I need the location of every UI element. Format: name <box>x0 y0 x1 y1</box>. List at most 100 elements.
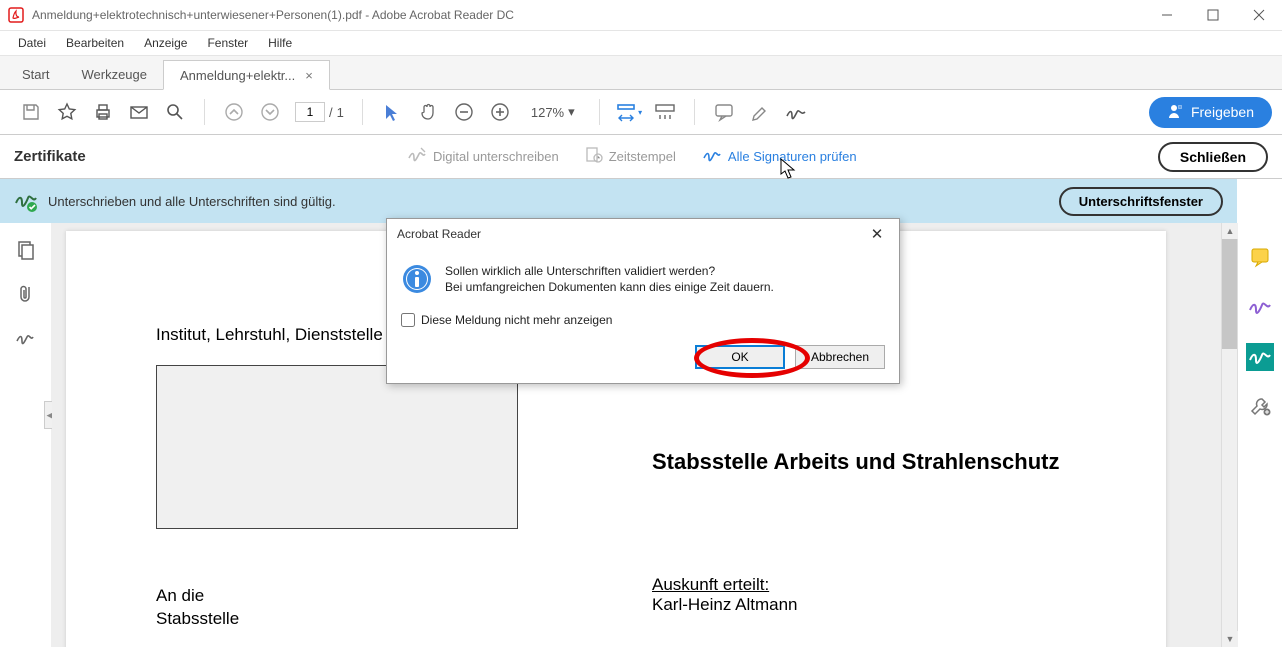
menu-edit[interactable]: Bearbeiten <box>56 31 134 55</box>
sticky-note-icon[interactable] <box>1246 243 1274 271</box>
sign-tool-icon[interactable] <box>1246 293 1274 321</box>
menu-window[interactable]: Fenster <box>197 31 258 55</box>
page-sep: / <box>329 105 333 120</box>
dont-show-again-checkbox[interactable] <box>401 313 415 327</box>
toolbar-group-comment <box>703 101 817 123</box>
signature-icon[interactable] <box>785 101 807 123</box>
certificates-title: Zertifikate <box>14 148 86 165</box>
thumbnails-icon[interactable] <box>15 239 37 261</box>
certificates-actions: Digital unterschreiben Zeitstempel Alle … <box>407 146 857 167</box>
tab-document-label: Anmeldung+elektr... <box>180 68 295 83</box>
page-number-input[interactable] <box>295 102 325 122</box>
fit-width-icon[interactable]: ▾ <box>618 101 640 123</box>
share-label: Freigeben <box>1191 104 1254 120</box>
menu-bar: Datei Bearbeiten Anzeige Fenster Hilfe <box>0 31 1282 56</box>
maximize-button[interactable] <box>1190 0 1236 30</box>
close-tab-icon[interactable]: × <box>305 68 313 83</box>
stabsstelle-title: Stabsstelle Arbeits und Strahlenschutz <box>652 449 1060 475</box>
minimize-button[interactable] <box>1144 0 1190 30</box>
share-button[interactable]: Freigeben <box>1149 97 1272 128</box>
comment-icon[interactable] <box>713 101 735 123</box>
verify-all-label: Alle Signaturen prüfen <box>728 149 857 164</box>
scroll-thumb[interactable] <box>1222 239 1237 349</box>
menu-file[interactable]: Datei <box>8 31 56 55</box>
cancel-button[interactable]: Abbrechen <box>795 345 885 369</box>
auskunft-block: Auskunft erteilt: Karl-Heinz Altmann <box>652 575 798 615</box>
pointer-icon[interactable] <box>381 101 403 123</box>
acrobat-app-icon <box>8 7 24 23</box>
tab-start[interactable]: Start <box>6 59 65 89</box>
scroll-up-icon[interactable]: ▲ <box>1222 223 1238 239</box>
dialog-close-icon[interactable]: ✕ <box>865 225 889 243</box>
tab-document[interactable]: Anmeldung+elektr... × <box>163 60 330 90</box>
scroll-down-icon[interactable]: ▼ <box>1222 631 1238 647</box>
info-icon <box>401 263 433 295</box>
timestamp-action[interactable]: Zeitstempel <box>585 146 676 167</box>
zoom-in-icon[interactable] <box>489 101 511 123</box>
signature-status-bar: Unterschrieben und alle Unterschriften s… <box>0 179 1237 223</box>
toolbar-group-nav: / 1 <box>213 101 354 123</box>
zoom-out-icon[interactable] <box>453 101 475 123</box>
dialog-title: Acrobat Reader <box>397 227 481 241</box>
more-tools-icon[interactable] <box>1246 393 1274 421</box>
read-mode-icon[interactable] <box>654 101 676 123</box>
signature-status-text: Unterschrieben und alle Unterschriften s… <box>48 194 1059 209</box>
confirm-dialog: Acrobat Reader ✕ Sollen wirklich alle Un… <box>386 218 900 384</box>
window-titlebar: Anmeldung+elektrotechnisch+unterwiesener… <box>0 0 1282 31</box>
dont-show-again-label: Diese Meldung nicht mehr anzeigen <box>421 313 612 327</box>
menu-help[interactable]: Hilfe <box>258 31 302 55</box>
menu-view[interactable]: Anzeige <box>134 31 197 55</box>
ok-button[interactable]: OK <box>695 345 785 369</box>
print-icon[interactable] <box>92 101 114 123</box>
certificates-tool-icon[interactable] <box>1246 343 1274 371</box>
vertical-scrollbar[interactable]: ▲ ▼ <box>1221 223 1237 647</box>
signature-field-box[interactable] <box>156 365 518 529</box>
page-right-column: Stabsstelle Arbeits und Strahlenschutz A… <box>652 449 1060 475</box>
close-certificates-button[interactable]: Schließen <box>1158 142 1268 172</box>
dialog-buttons: OK Abbrechen <box>401 345 885 369</box>
dialog-line1: Sollen wirklich alle Unterschriften vali… <box>445 263 774 279</box>
verify-all-action[interactable]: Alle Signaturen prüfen <box>702 146 857 167</box>
signature-valid-icon <box>14 189 38 213</box>
zoom-value: 127% <box>531 105 564 120</box>
close-window-button[interactable] <box>1236 0 1282 30</box>
chevron-down-icon: ▾ <box>568 104 575 120</box>
pen-sign-icon <box>407 146 427 167</box>
digital-sign-label: Digital unterschreiben <box>433 149 559 164</box>
main-toolbar: / 1 127% ▾ ▾ Freigeben <box>0 90 1282 135</box>
mail-icon[interactable] <box>128 101 150 123</box>
left-side-panel: ◀ <box>0 223 52 647</box>
right-tool-panel <box>1237 223 1282 647</box>
verify-sign-icon <box>702 146 722 167</box>
document-tabs: Start Werkzeuge Anmeldung+elektr... × <box>0 56 1282 90</box>
page-indicator: / 1 <box>295 102 344 122</box>
share-user-icon <box>1167 103 1183 122</box>
hand-icon[interactable] <box>417 101 439 123</box>
window-title: Anmeldung+elektrotechnisch+unterwiesener… <box>32 8 1144 22</box>
attachments-icon[interactable] <box>15 283 37 305</box>
address-block: An die Stabsstelle <box>156 585 1076 631</box>
highlight-icon[interactable] <box>749 101 771 123</box>
tab-tools[interactable]: Werkzeuge <box>65 59 163 89</box>
timestamp-label: Zeitstempel <box>609 149 676 164</box>
digital-sign-action[interactable]: Digital unterschreiben <box>407 146 559 167</box>
search-icon[interactable] <box>164 101 186 123</box>
signature-panel-button[interactable]: Unterschriftsfenster <box>1059 187 1223 216</box>
dialog-titlebar: Acrobat Reader ✕ <box>387 219 899 249</box>
page-total: 1 <box>337 105 344 120</box>
save-icon[interactable] <box>20 101 42 123</box>
addr-line2: Stabsstelle <box>156 608 1076 631</box>
page-down-icon[interactable] <box>259 101 281 123</box>
dont-show-again-check[interactable]: Diese Meldung nicht mehr anzeigen <box>401 313 885 327</box>
toolbar-group-file <box>10 101 196 123</box>
signatures-panel-icon[interactable] <box>15 327 37 349</box>
zoom-selector[interactable]: 127% ▾ <box>525 102 581 122</box>
page-up-icon[interactable] <box>223 101 245 123</box>
dialog-message: Sollen wirklich alle Unterschriften vali… <box>445 263 774 295</box>
toolbar-group-layout: ▾ <box>608 101 686 123</box>
dialog-body: Sollen wirklich alle Unterschriften vali… <box>387 249 899 383</box>
star-icon[interactable] <box>56 101 78 123</box>
addr-line1: An die <box>156 585 1076 608</box>
dialog-line2: Bei umfangreichen Dokumenten kann dies e… <box>445 279 774 295</box>
auskunft-name: Karl-Heinz Altmann <box>652 595 798 614</box>
